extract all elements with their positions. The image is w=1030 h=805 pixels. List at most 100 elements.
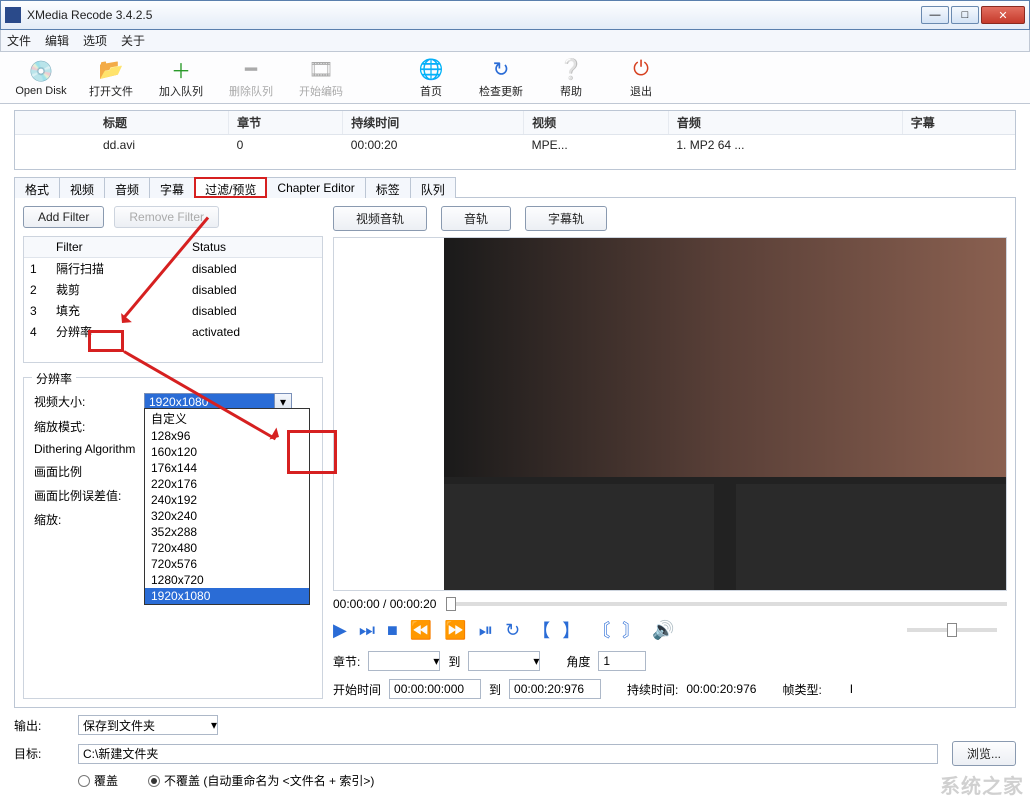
goto-out-icon[interactable]: 〙 — [622, 617, 640, 643]
col-duration[interactable]: 持续时间 — [343, 111, 524, 135]
end-time-input[interactable] — [509, 679, 601, 699]
disc-icon: 💿 — [29, 59, 53, 83]
preview-video — [444, 238, 1006, 590]
col-audio[interactable]: 音频 — [668, 111, 902, 135]
aspect-label: 画面比例 — [34, 463, 144, 480]
forward-icon[interactable]: ⏩ — [444, 620, 466, 641]
toolbar-check-update[interactable]: ↻检查更新 — [466, 54, 536, 102]
filter-row[interactable]: 2裁剪disabled — [24, 279, 322, 300]
dropdown-option[interactable]: 160x120 — [145, 444, 309, 460]
col-subtitle[interactable]: 字幕 — [902, 111, 1015, 135]
dropdown-option[interactable]: 720x480 — [145, 540, 309, 556]
toolbar-open-disk[interactable]: 💿Open Disk — [6, 54, 76, 102]
toolbar-start-encode[interactable]: 🎞开始编码 — [286, 54, 356, 102]
tab-video[interactable]: 视频 — [59, 177, 105, 198]
rewind-icon[interactable]: ⏪ — [410, 620, 432, 641]
col-video[interactable]: 视频 — [524, 111, 669, 135]
toolbar-exit[interactable]: ⏻退出 — [606, 54, 676, 102]
no-overwrite-radio[interactable]: 不覆盖 (自动重命名为 <文件名 + 索引>) — [148, 772, 374, 789]
col-filter[interactable]: Filter — [50, 237, 186, 258]
chapter-from-combo[interactable]: ▾ — [368, 651, 440, 671]
toolbar-remove-queue[interactable]: ━删除队列 — [216, 54, 286, 102]
toolbar-open-file[interactable]: 📂打开文件 — [76, 54, 146, 102]
output-mode-combo[interactable]: 保存到文件夹▾ — [78, 715, 218, 735]
frametype-value: I — [850, 682, 853, 696]
volume-icon[interactable]: 🔊 — [652, 620, 674, 641]
volume-slider[interactable] — [907, 628, 997, 632]
start-time-label: 开始时间 — [333, 681, 381, 698]
col-status[interactable]: Status — [186, 237, 322, 258]
stop-icon[interactable]: ■ — [387, 620, 398, 641]
start-time-input[interactable] — [389, 679, 481, 699]
chapter-label: 章节: — [333, 653, 360, 670]
seek-bar[interactable] — [446, 602, 1007, 606]
goto-in-icon[interactable]: 〘 — [592, 617, 610, 643]
maximize-button[interactable]: □ — [951, 6, 979, 24]
minimize-button[interactable]: — — [921, 6, 949, 24]
menubar: 文件 编辑 选项 关于 — [0, 30, 1030, 52]
menu-about[interactable]: 关于 — [121, 32, 145, 49]
output-label: 输出: — [14, 717, 64, 734]
angle-spin[interactable]: 1 — [598, 651, 646, 671]
left-panel: Add Filter Remove Filter FilterStatus 1隔… — [23, 206, 323, 699]
tab-tags[interactable]: 标签 — [365, 177, 411, 198]
tab-queue[interactable]: 队列 — [410, 177, 456, 198]
chapter-to-combo[interactable]: ▾ — [468, 651, 540, 671]
dropdown-option[interactable]: 240x192 — [145, 492, 309, 508]
scale-mode-label: 缩放模式: — [34, 418, 144, 435]
add-filter-button[interactable]: Add Filter — [23, 206, 104, 228]
menu-edit[interactable]: 编辑 — [45, 32, 69, 49]
browse-button[interactable]: 浏览... — [952, 741, 1016, 766]
dropdown-option[interactable]: 1280x720 — [145, 572, 309, 588]
filter-row[interactable]: 3填充disabled — [24, 300, 322, 321]
target-path[interactable]: C:\新建文件夹 — [78, 744, 938, 764]
tab-audio[interactable]: 音频 — [104, 177, 150, 198]
tab-chapter-editor[interactable]: Chapter Editor — [266, 177, 365, 198]
file-row[interactable]: dd.avi 0 00:00:20 MPE... 1. MP2 64 ... — [15, 135, 1015, 156]
tab-strip: 格式 视频 音频 字幕 过滤/预览 Chapter Editor 标签 队列 — [14, 176, 1016, 198]
filter-row[interactable]: 4分辨率activated — [24, 321, 322, 342]
tab-filter-preview[interactable]: 过滤/预览 — [194, 177, 267, 198]
dropdown-option[interactable]: 352x288 — [145, 524, 309, 540]
dropdown-option[interactable]: 176x144 — [145, 460, 309, 476]
tab-subtitle[interactable]: 字幕 — [149, 177, 195, 198]
file-list-header: 标题 章节 持续时间 视频 音频 字幕 — [15, 111, 1015, 135]
window-title: XMedia Recode 3.4.2.5 — [27, 8, 921, 22]
mark-in-icon[interactable]: 【 — [532, 617, 550, 643]
seek-thumb[interactable] — [446, 597, 456, 611]
file-list: 标题 章节 持续时间 视频 音频 字幕 dd.avi 0 00:00:20 MP… — [14, 110, 1016, 170]
dropdown-option[interactable]: 320x240 — [145, 508, 309, 524]
close-button[interactable]: ✕ — [981, 6, 1025, 24]
menu-options[interactable]: 选项 — [83, 32, 107, 49]
slider-thumb[interactable] — [947, 623, 957, 637]
loop-icon[interactable]: ↻ — [505, 620, 520, 641]
frametype-label: 帧类型: — [782, 681, 821, 698]
target-label: 目标: — [14, 745, 64, 762]
mark-out-icon[interactable]: 】 — [562, 617, 580, 643]
dropdown-option[interactable]: 720x576 — [145, 556, 309, 572]
play-icon[interactable]: ▶ — [333, 620, 347, 641]
work-area: Add Filter Remove Filter FilterStatus 1隔… — [14, 198, 1016, 708]
audio-track-button[interactable]: 音轨 — [441, 206, 511, 231]
tab-format[interactable]: 格式 — [14, 177, 60, 198]
dropdown-option[interactable]: 220x176 — [145, 476, 309, 492]
menu-file[interactable]: 文件 — [7, 32, 31, 49]
home-icon: 🌐 — [419, 57, 443, 81]
subtitle-track-button[interactable]: 字幕轨 — [525, 206, 607, 231]
step-fwd-icon[interactable]: ⏯ — [479, 620, 493, 641]
next-icon[interactable]: ⏭ — [359, 620, 375, 641]
toolbar-home[interactable]: 🌐首页 — [396, 54, 466, 102]
video-audio-track-button[interactable]: 视频音轨 — [333, 206, 427, 231]
dropdown-option[interactable]: 1920x1080 — [145, 588, 309, 604]
preview-pane — [333, 237, 1007, 591]
refresh-icon: ↻ — [489, 57, 513, 81]
scale-label: 缩放: — [34, 511, 144, 528]
col-title[interactable]: 标题 — [95, 111, 229, 135]
col-chapter[interactable]: 章节 — [229, 111, 343, 135]
duration-label: 持续时间: — [627, 681, 678, 698]
to-label: 到 — [448, 653, 460, 670]
toolbar-help[interactable]: ❔帮助 — [536, 54, 606, 102]
toolbar-add-queue[interactable]: ＋加入队列 — [146, 54, 216, 102]
exit-icon: ⏻ — [629, 57, 653, 81]
overwrite-radio[interactable]: 覆盖 — [78, 772, 118, 789]
